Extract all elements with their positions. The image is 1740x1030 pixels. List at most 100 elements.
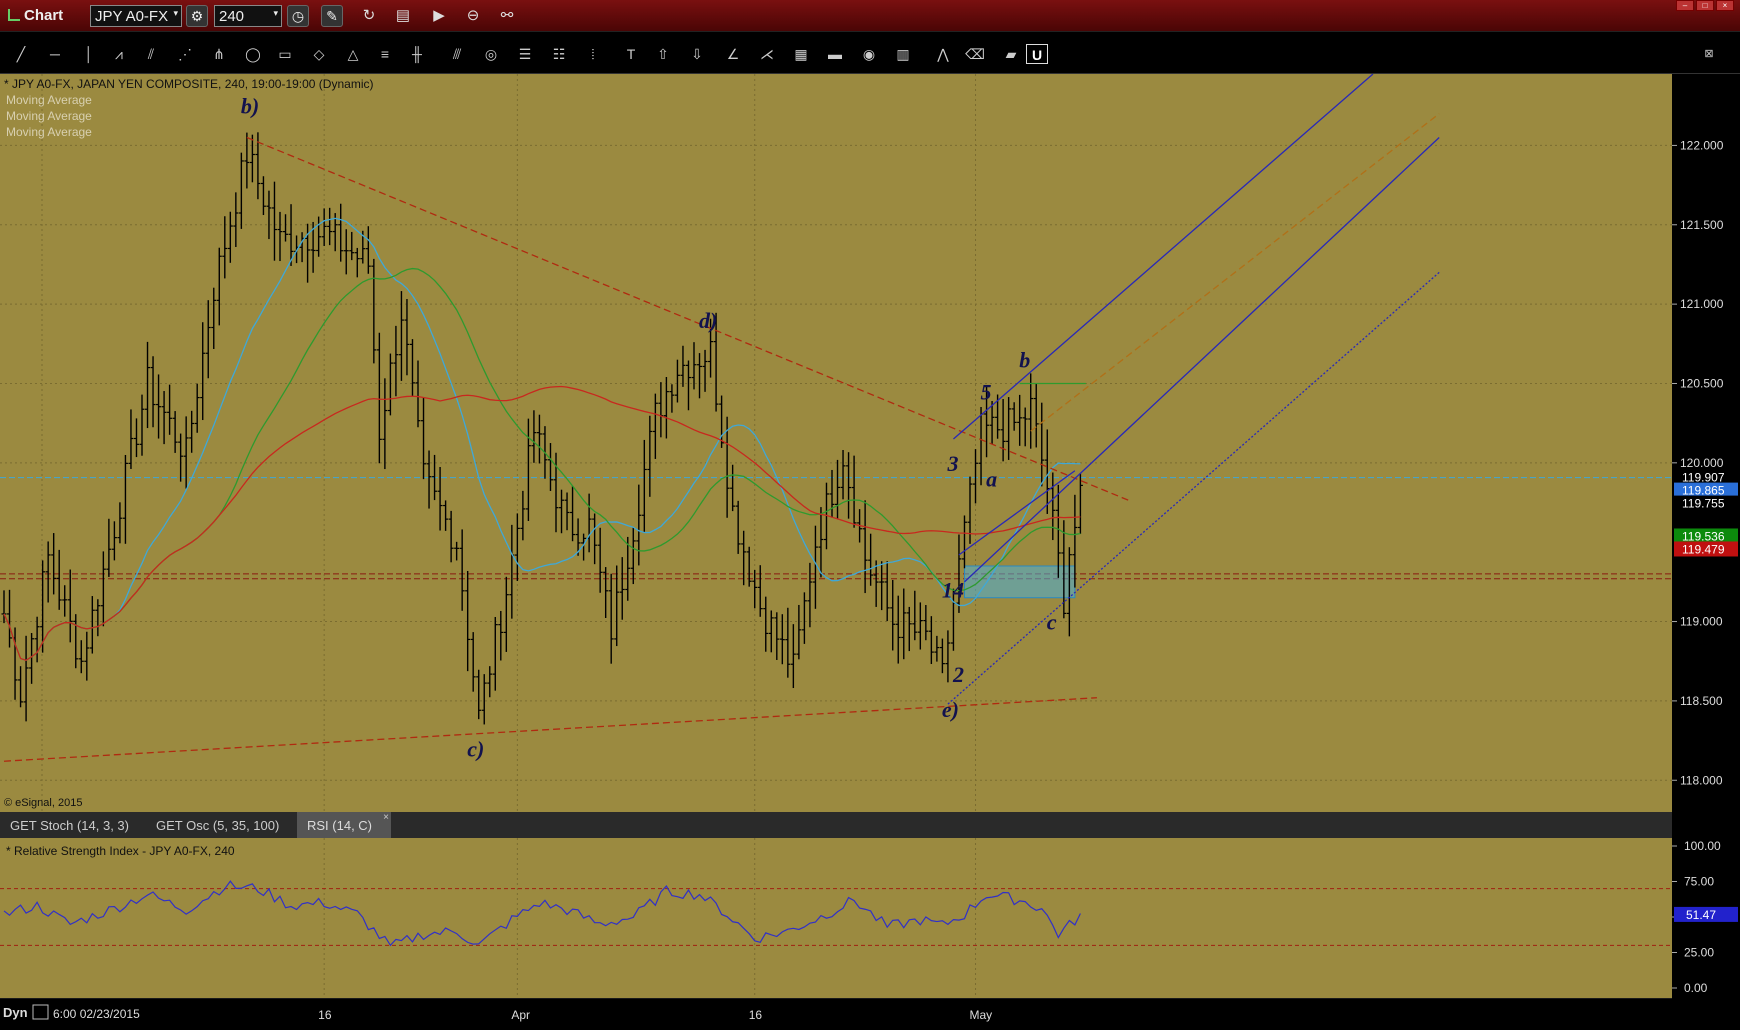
app-title-text: Chart <box>24 7 64 24</box>
app-title: Chart <box>8 7 63 24</box>
fan-tool-icon[interactable]: ⋰ <box>174 44 196 64</box>
price-tick-label: 118.500 <box>1680 694 1723 708</box>
collapse-toolbar-icon[interactable]: ⊠ <box>1700 44 1718 64</box>
grid-menu-icon[interactable]: ▤ <box>392 6 414 26</box>
time-tick-label: 16 <box>749 1008 763 1022</box>
wave-label: 3 <box>946 451 958 476</box>
time-axis-bg <box>0 999 1672 1030</box>
arrow-down-tool-icon[interactable]: ⇩ <box>686 44 708 64</box>
price-label-text: 119.536 <box>1682 529 1725 543</box>
wave-label: c <box>1047 609 1057 634</box>
refresh-icon[interactable]: ↻ <box>358 6 380 26</box>
time-tick-label: 16 <box>318 1008 332 1022</box>
wave-label: d) <box>699 308 717 333</box>
clock-icon[interactable]: ◷ <box>287 5 309 27</box>
wave-label: b <box>1019 348 1030 373</box>
wave-label: 2 <box>952 662 964 687</box>
price-tick-label: 120.000 <box>1680 456 1724 470</box>
angle-tool-icon[interactable]: ∠ <box>722 44 744 64</box>
rsi-tick-label: 75.00 <box>1684 875 1714 889</box>
channel-tool-icon[interactable]: ≡ <box>374 44 396 64</box>
horizontal-line-tool-icon[interactable]: ─ <box>44 44 66 64</box>
price-label-text: 119.907 <box>1682 471 1725 485</box>
eraser-tool-icon[interactable]: ◇ <box>308 44 330 64</box>
wave-label: 5 <box>981 379 992 404</box>
interval-settings-button[interactable]: ⚙ <box>186 5 208 27</box>
pitchfork-tool-icon[interactable]: ⋔ <box>208 44 230 64</box>
chart-title: * JPY A0-FX, JAPAN YEN COMPOSITE, 240, 1… <box>4 77 373 91</box>
interval-value: 240 <box>219 8 245 25</box>
tab-label: GET Stoch (14, 3, 3) <box>10 818 129 833</box>
price-tick-label: 121.500 <box>1680 218 1724 232</box>
price-tick-label: 118.000 <box>1680 773 1723 787</box>
symbol-value: JPY A0-FX <box>95 8 169 25</box>
tab-get-osc[interactable]: GET Osc (5, 35, 100) <box>146 812 296 838</box>
ellipse-tool-icon[interactable]: ◯ <box>242 44 264 64</box>
time-zones-tool-icon[interactable]: ⦙ <box>582 44 604 64</box>
interval-input[interactable]: 240 ▾ <box>214 5 282 27</box>
minimize-icon[interactable]: – <box>1676 0 1694 11</box>
fib-extension-tool-icon[interactable]: ☷ <box>548 44 570 64</box>
eye-tool-icon[interactable]: ◉ <box>858 44 880 64</box>
line-tool-icon[interactable]: ╱ <box>10 44 32 64</box>
price-tick-label: 122.000 <box>1680 138 1724 152</box>
wave-label: b) <box>241 94 259 119</box>
tab-get-stoch[interactable]: GET Stoch (14, 3, 3) <box>0 812 146 838</box>
chat-icon[interactable]: ▰ <box>1000 44 1022 64</box>
symbol-input[interactable]: JPY A0-FX ▾ <box>90 5 182 27</box>
parallel-tool-icon[interactable]: ⫽ <box>140 44 162 64</box>
symbol-dropdown-icon[interactable]: ▾ <box>173 8 178 19</box>
gann-tool-icon[interactable]: ⋌ <box>756 44 778 64</box>
study-legend: Moving Average <box>6 125 92 139</box>
price-label-text: 119.479 <box>1682 542 1725 556</box>
wave-label: 4 <box>952 578 964 603</box>
maximize-icon[interactable]: □ <box>1696 0 1714 11</box>
time-axis-prefix: Dyn <box>3 1005 28 1020</box>
price-tick-label: 120.500 <box>1680 376 1724 390</box>
price-tick-label: 121.000 <box>1680 297 1724 311</box>
price-label-text: 119.755 <box>1682 497 1725 511</box>
tab-label: RSI (14, C) <box>307 818 373 833</box>
text-tool-icon[interactable]: T <box>620 44 642 64</box>
study-legend: Moving Average <box>6 93 92 107</box>
wave-label: c) <box>467 736 484 761</box>
erase-all-icon[interactable]: ⌫ <box>964 44 986 64</box>
pti-tool-icon[interactable]: ▥ <box>892 44 914 64</box>
cycles-tool-icon[interactable]: ◎ <box>480 44 502 64</box>
vertical-line-tool-icon[interactable]: │ <box>78 44 100 64</box>
rsi-tick-label: 0.00 <box>1684 981 1708 995</box>
wave-label: a <box>986 467 997 492</box>
interval-dropdown-icon[interactable]: ▾ <box>273 8 278 19</box>
grid-tool-icon[interactable]: ▦ <box>790 44 812 64</box>
title-bar: Chart JPY A0-FX ▾ ⚙ 240 ▾ ◷ ✎ ↻ ▤ ▶ ⊖ ⚯ … <box>0 0 1740 32</box>
mob-tool-icon[interactable]: ▬ <box>824 44 846 64</box>
rsi-tick-label: 100.00 <box>1684 839 1721 853</box>
link-icon[interactable]: ⚯ <box>496 6 518 26</box>
arrow-up-tool-icon[interactable]: ⇧ <box>652 44 674 64</box>
rsi-tick-label: 25.00 <box>1684 946 1714 960</box>
zigzag-tool-icon[interactable]: ⋀ <box>932 44 954 64</box>
regression-tool-icon[interactable]: ⫻ <box>446 44 468 64</box>
tab-rsi[interactable]: RSI (14, C) × <box>297 812 391 838</box>
close-icon[interactable]: × <box>1716 0 1734 11</box>
time-tick-label: May <box>970 1008 993 1022</box>
study-legend: Moving Average <box>6 109 92 123</box>
fib-retracement-tool-icon[interactable]: ☰ <box>514 44 536 64</box>
pencil-icon[interactable]: ✎ <box>321 5 343 27</box>
rectangle-tool-icon[interactable]: ▭ <box>274 44 296 64</box>
tab-label: GET Osc (5, 35, 100) <box>156 818 280 833</box>
zoom-icon[interactable]: ⊖ <box>462 6 484 26</box>
chart-area[interactable]: 122.000 121.500 121.000 120.500 120.000 119.0… <box>0 74 1740 1030</box>
drawing-toolbar: ╱ ─ │ ⩘ ⫽ ⋰ ⋔ ◯ ▭ ◇ △ ≡ ╫ ⫻ ◎ ☰ ☷ ⦙ T ⇧ … <box>0 32 1740 74</box>
bars-tool-icon[interactable]: ╫ <box>406 44 428 64</box>
wave-label: 1 <box>942 578 953 603</box>
triangle-tool-icon[interactable]: △ <box>342 44 364 64</box>
play-icon[interactable]: ▶ <box>428 6 450 26</box>
rsi-title: * Relative Strength Index - JPY A0-FX, 2… <box>6 844 235 858</box>
polyline-tool-icon[interactable]: ⩘ <box>108 44 130 64</box>
price-tick-label: 119.000 <box>1680 615 1723 629</box>
rsi-pane <box>0 838 1672 998</box>
magnet-icon[interactable]: U <box>1026 44 1048 64</box>
rsi-value-text: 51.47 <box>1686 908 1716 922</box>
close-tab-icon[interactable]: × <box>383 812 389 823</box>
